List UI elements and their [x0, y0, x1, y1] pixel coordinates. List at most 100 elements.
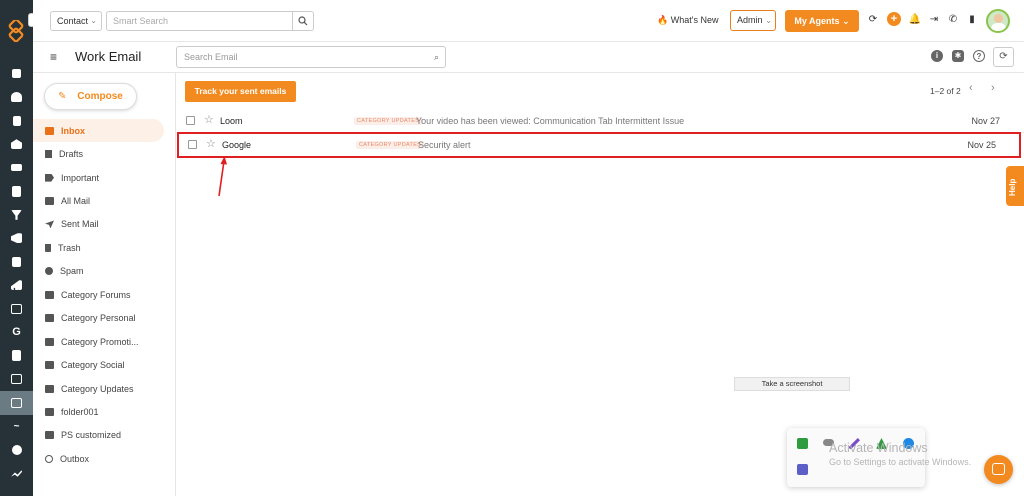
folder-icon	[45, 407, 54, 416]
folder-sidebar: ✎ Compose Inbox Drafts Important All Mai…	[33, 73, 176, 496]
contact-type-value: Contact	[57, 16, 89, 26]
folder-item-category-social[interactable]: Category Social	[33, 353, 176, 376]
folder-item-spam[interactable]: Spam	[33, 260, 176, 283]
chevron-down-icon: ⌄	[765, 16, 772, 25]
gear-icon[interactable]: ✱	[952, 50, 964, 62]
smart-search-button[interactable]	[292, 11, 314, 31]
row-checkbox[interactable]	[188, 140, 197, 149]
search-email-input[interactable]: Search Email ⌕	[176, 46, 446, 68]
folder-item-inbox[interactable]: Inbox	[33, 119, 164, 143]
compose-label: Compose	[77, 91, 123, 102]
search-icon	[298, 16, 308, 26]
screenshot-tooltip-label: Take a screenshot	[761, 379, 823, 388]
left-rail: G ~	[0, 0, 33, 496]
chevron-left-icon[interactable]: ‹	[969, 82, 973, 94]
my-agents-label: My Agents	[794, 16, 840, 26]
star-icon[interactable]: ☆	[204, 114, 214, 126]
rail-google-icon[interactable]: G	[0, 321, 33, 345]
clipboard-icon[interactable]: ▮	[967, 14, 977, 25]
page-title: Work Email	[75, 49, 142, 64]
help-tab[interactable]: Help	[1006, 166, 1024, 206]
screenshot-tooltip: Take a screenshot	[734, 377, 850, 391]
folder-item-important[interactable]: Important	[33, 166, 176, 189]
email-subject: Security alert	[418, 140, 471, 150]
smart-search-input[interactable]: Smart Search	[106, 11, 293, 31]
folder-label: Trash	[58, 242, 81, 253]
folder-item-ps-customized[interactable]: PS customized	[33, 424, 176, 447]
search-icon: ⌕	[433, 52, 439, 62]
compose-button[interactable]: ✎ Compose	[44, 83, 137, 110]
my-agents-button[interactable]: My Agents ⌄	[785, 10, 859, 32]
chat-launcher-button[interactable]	[984, 455, 1013, 484]
email-date: Nov 27	[971, 116, 1000, 126]
whats-new-link[interactable]: 🔥 What's New	[657, 15, 718, 26]
folder-item-trash[interactable]: Trash	[33, 236, 176, 259]
rail-filter-icon[interactable]	[0, 203, 33, 227]
pencil-icon: ✎	[58, 91, 67, 102]
annotation-arrow-icon	[218, 156, 227, 197]
whats-new-label: What's New	[670, 15, 719, 25]
rail-email-icon[interactable]	[0, 391, 33, 415]
folder-item-sent-mail[interactable]: Sent Mail	[33, 213, 176, 236]
rail-id-card-icon[interactable]	[0, 180, 33, 204]
info-icon[interactable]: i	[931, 50, 943, 62]
folder-label: Category Social	[61, 360, 125, 371]
rail-megaphone-icon[interactable]	[0, 227, 33, 251]
add-icon[interactable]: +	[887, 12, 901, 26]
role-select[interactable]: Admin ⌄	[730, 10, 776, 31]
user-avatar[interactable]	[986, 9, 1010, 33]
teams-icon[interactable]	[797, 464, 808, 475]
folder-item-drafts[interactable]: Drafts	[33, 142, 176, 165]
folder-item-folder001[interactable]: folder001	[33, 400, 176, 423]
app-root: G ~ › Contact ⌄ Smart Search 🔥 What's Ne…	[0, 0, 1024, 496]
refresh-button[interactable]: ⟳	[993, 47, 1014, 67]
rail-signature-icon[interactable]: ~	[0, 415, 33, 439]
chevron-right-icon[interactable]: ›	[991, 82, 995, 94]
folder-item-category-personal[interactable]: Category Personal	[33, 307, 176, 330]
app-logo-icon[interactable]	[6, 20, 28, 42]
logout-icon[interactable]: ⇥	[929, 14, 939, 25]
sync-icon[interactable]: ⟳	[868, 14, 878, 25]
folder-item-category-forums[interactable]: Category Forums	[33, 283, 176, 306]
email-row[interactable]: ☆ Google CATEGORY UPDATES Security alert…	[177, 132, 1021, 158]
email-settings-group: i ✱ ?	[931, 50, 985, 62]
email-sender: Google	[222, 140, 252, 150]
rail-dashboard-icon[interactable]	[0, 62, 33, 86]
rail-calculator-icon[interactable]	[0, 344, 33, 368]
star-icon[interactable]: ☆	[206, 138, 216, 150]
folder-item-category-promotions[interactable]: Category Promoti...	[33, 330, 176, 353]
email-toolbar: ≡ Work Email Search Email ⌕ i ✱ ? ⟳	[33, 42, 1024, 73]
rail-trend-icon[interactable]	[0, 462, 33, 486]
row-checkbox[interactable]	[186, 116, 195, 125]
phone-icon[interactable]: ✆	[948, 14, 958, 25]
folder-item-outbox[interactable]: Outbox	[33, 447, 176, 470]
shield-check-icon[interactable]	[797, 438, 808, 449]
rail-folder-open-icon[interactable]	[0, 297, 33, 321]
help-icon[interactable]: ?	[973, 50, 985, 62]
email-date: Nov 25	[967, 140, 996, 150]
track-sent-emails-button[interactable]: Track your sent emails	[185, 81, 296, 102]
chevron-down-icon: ⌄	[842, 16, 850, 26]
folder-icon	[45, 314, 54, 323]
category-badge: CATEGORY UPDATES	[354, 117, 423, 125]
role-value: Admin	[737, 15, 763, 25]
rail-documents-icon[interactable]	[0, 109, 33, 133]
rail-nav: G ~	[0, 62, 33, 485]
activate-title: Activate Windows	[829, 441, 928, 455]
rail-notes-icon[interactable]	[0, 250, 33, 274]
email-list: ☆ Loom CATEGORY UPDATES Your video has b…	[176, 109, 1024, 158]
rail-dollar-icon[interactable]	[0, 438, 33, 462]
bell-icon[interactable]: 🔔	[909, 14, 921, 25]
contact-type-select[interactable]: Contact ⌄	[50, 11, 102, 31]
rail-chart-icon[interactable]	[0, 274, 33, 298]
email-row[interactable]: ☆ Loom CATEGORY UPDATES Your video has b…	[176, 109, 1024, 133]
rail-list-icon[interactable]	[0, 156, 33, 180]
smart-search-placeholder: Smart Search	[113, 16, 169, 26]
rail-contacts-icon[interactable]	[0, 86, 33, 110]
rail-bank-icon[interactable]	[0, 133, 33, 157]
menu-icon[interactable]: ≡	[50, 51, 60, 63]
rail-calendar-icon[interactable]	[0, 368, 33, 392]
folder-label: Sent Mail	[61, 219, 99, 230]
folder-item-all-mail[interactable]: All Mail	[33, 189, 176, 212]
folder-item-category-updates[interactable]: Category Updates	[33, 377, 176, 400]
